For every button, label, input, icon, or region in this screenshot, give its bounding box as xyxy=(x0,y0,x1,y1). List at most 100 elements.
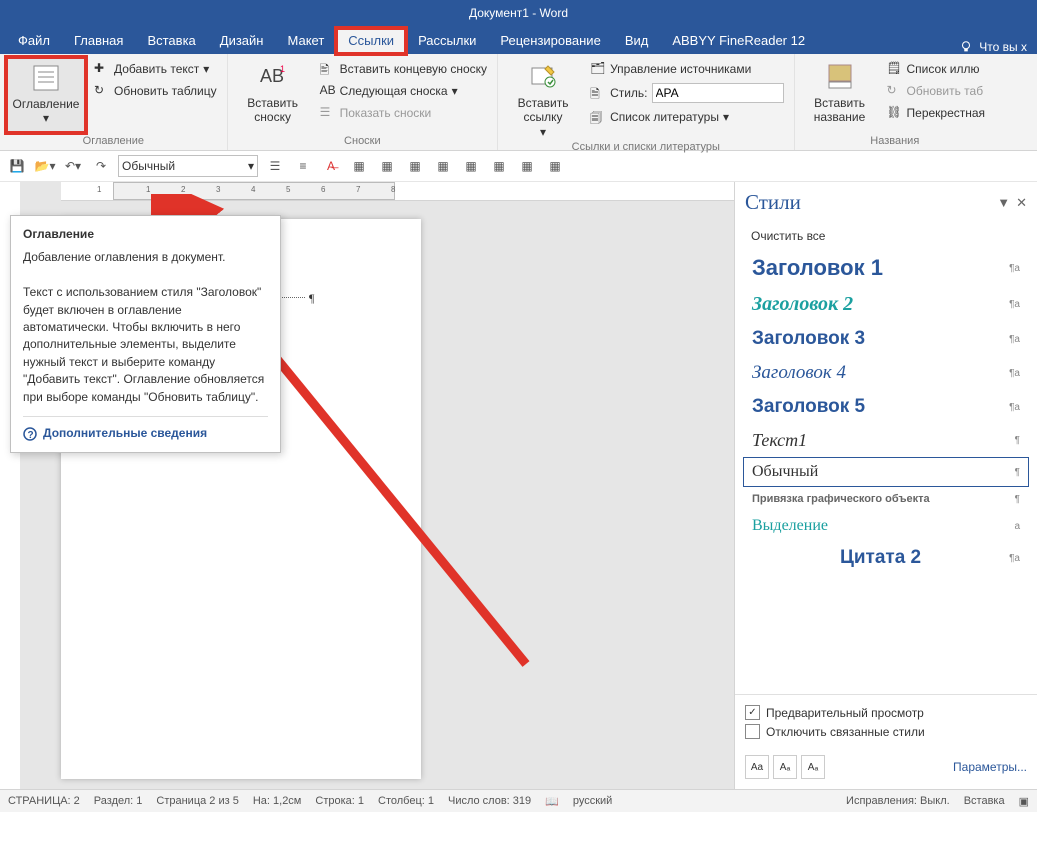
undo-button[interactable]: ↶▾ xyxy=(62,155,84,177)
save-button[interactable]: 💾 xyxy=(6,155,28,177)
style-item[interactable]: Цитата 2¶a xyxy=(743,541,1029,575)
manage-sources-button[interactable]: 🗂Управление источниками xyxy=(586,59,787,79)
insert-citation-button[interactable]: Вставить ссылку ▾ xyxy=(504,57,582,139)
qat-btn-4[interactable]: ▦ xyxy=(348,155,370,177)
tab-design[interactable]: Дизайн xyxy=(208,28,276,54)
style-options-link[interactable]: Параметры... xyxy=(953,760,1027,774)
qat-btn-11[interactable]: ▦ xyxy=(544,155,566,177)
open-button[interactable]: 📂▾ xyxy=(34,155,56,177)
status-insert[interactable]: Вставка xyxy=(964,795,1005,807)
proofing-icon[interactable]: 📖 xyxy=(545,795,559,808)
chevron-down-icon: ▾ xyxy=(43,111,49,125)
tooltip-more-link[interactable]: ? Дополнительные сведения xyxy=(23,416,268,442)
status-line[interactable]: Строка: 1 xyxy=(315,795,364,807)
style-icon: 🗎 xyxy=(590,85,606,101)
style-item[interactable]: Заголовок 1¶a xyxy=(743,249,1029,287)
status-bar: СТРАНИЦА: 2 Раздел: 1 Страница 2 из 5 На… xyxy=(0,789,1037,812)
style-item[interactable]: Выделениеa xyxy=(743,511,1029,541)
status-language[interactable]: русский xyxy=(573,795,612,807)
styles-pane-title: Стили xyxy=(745,190,801,215)
citation-style-input[interactable] xyxy=(652,83,784,103)
status-page-of[interactable]: Страница 2 из 5 xyxy=(156,795,238,807)
group-footnotes-label: Сноски xyxy=(234,133,491,150)
disable-linked-checkbox[interactable]: Отключить связанные стили xyxy=(745,722,1027,741)
toc-tooltip: Оглавление Добавление оглавления в докум… xyxy=(10,215,281,453)
preview-checkbox[interactable]: ✓Предварительный просмотр xyxy=(745,703,1027,722)
style-item[interactable]: Заголовок 4¶a xyxy=(743,356,1029,390)
tab-layout[interactable]: Макет xyxy=(275,28,336,54)
status-revisions[interactable]: Исправления: Выкл. xyxy=(846,795,950,807)
sources-icon: 🗂 xyxy=(590,61,606,77)
svg-text:1: 1 xyxy=(280,64,285,74)
status-section[interactable]: Раздел: 1 xyxy=(94,795,143,807)
qat-btn-5[interactable]: ▦ xyxy=(376,155,398,177)
tab-insert[interactable]: Вставка xyxy=(135,28,207,54)
document-title: Документ1 - Word xyxy=(469,6,568,20)
group-citations-label: Ссылки и списки литературы xyxy=(504,139,787,156)
close-icon[interactable]: ✕ xyxy=(1016,195,1027,211)
style-item[interactable]: Заголовок 3¶a xyxy=(743,322,1029,356)
pane-options-icon[interactable]: ▼ xyxy=(997,195,1010,211)
endnote-icon: 🖹 xyxy=(320,61,336,77)
status-col[interactable]: Столбец: 1 xyxy=(378,795,434,807)
tab-view[interactable]: Вид xyxy=(613,28,661,54)
qat-btn-3[interactable]: А̶ xyxy=(320,155,342,177)
tooltip-text-2: Текст с использованием стиля "Заголовок"… xyxy=(23,284,268,406)
styles-pane: Стили ▼✕ Очистить все Заголовок 1¶aЗагол… xyxy=(734,182,1037,789)
qat-btn-1[interactable]: ☰ xyxy=(264,155,286,177)
cross-reference-button[interactable]: ⛓Перекрестная xyxy=(883,103,990,123)
style-item[interactable]: Обычный¶ xyxy=(743,457,1029,487)
qat-btn-10[interactable]: ▦ xyxy=(516,155,538,177)
add-text-button[interactable]: ✚Добавить текст ▾ xyxy=(90,59,221,79)
group-toc-label: Оглавление xyxy=(6,133,221,150)
next-footnote-icon: AB xyxy=(320,83,336,99)
update-table-button[interactable]: ↻Обновить таблицу xyxy=(90,81,221,101)
style-inspector-button[interactable]: Aₐ xyxy=(773,755,797,779)
tab-mailings[interactable]: Рассылки xyxy=(406,28,488,54)
manage-styles-button[interactable]: Aₐ xyxy=(801,755,825,779)
style-item[interactable]: Заголовок 5¶a xyxy=(743,390,1029,424)
svg-text:?: ? xyxy=(28,430,34,441)
qat-btn-6[interactable]: ▦ xyxy=(404,155,426,177)
table-of-figures-button[interactable]: 🗒Список иллю xyxy=(883,59,990,79)
show-footnotes-button[interactable]: ☰Показать сноски xyxy=(316,103,491,123)
new-style-button[interactable]: Aa xyxy=(745,755,769,779)
clear-all-styles[interactable]: Очистить все xyxy=(743,223,1029,249)
tab-home[interactable]: Главная xyxy=(62,28,135,54)
tab-references[interactable]: Ссылки xyxy=(336,28,406,54)
redo-button[interactable]: ↷ xyxy=(90,155,112,177)
insert-caption-button[interactable]: Вставить название xyxy=(801,57,879,133)
status-page[interactable]: СТРАНИЦА: 2 xyxy=(8,795,80,807)
style-item[interactable]: Заголовок 2¶a xyxy=(743,287,1029,322)
tell-me-box[interactable]: Что вы х xyxy=(949,40,1037,54)
ribbon-tabs: Файл Главная Вставка Дизайн Макет Ссылки… xyxy=(0,26,1037,54)
tab-review[interactable]: Рецензирование xyxy=(488,28,612,54)
bibliography-button[interactable]: 🗐Список литературы ▾ xyxy=(586,107,787,127)
status-words[interactable]: Число слов: 319 xyxy=(448,795,531,807)
toc-icon xyxy=(30,62,62,94)
caption-icon xyxy=(824,61,856,93)
status-at[interactable]: На: 1,2см xyxy=(253,795,302,807)
style-item[interactable]: Привязка графического объекта¶ xyxy=(743,487,1029,511)
macro-record-icon[interactable]: ▣ xyxy=(1019,795,1029,808)
qat-btn-9[interactable]: ▦ xyxy=(488,155,510,177)
tooltip-text-1: Добавление оглавления в документ. xyxy=(23,249,268,266)
quick-style-select[interactable]: Обычный▾ xyxy=(118,155,258,177)
tab-file[interactable]: Файл xyxy=(6,28,62,54)
add-text-icon: ✚ xyxy=(94,61,110,77)
qat-btn-8[interactable]: ▦ xyxy=(460,155,482,177)
refresh-icon: ↻ xyxy=(887,83,903,99)
chevron-down-icon: ▾ xyxy=(248,159,254,173)
insert-footnote-button[interactable]: AB1 Вставить сноску xyxy=(234,57,312,133)
next-footnote-button[interactable]: ABСледующая сноска ▾ xyxy=(316,81,491,101)
style-item[interactable]: Текст1¶ xyxy=(743,424,1029,457)
qat-btn-2[interactable]: ≡ xyxy=(292,155,314,177)
tab-abbyy[interactable]: ABBYY FineReader 12 xyxy=(660,28,817,54)
qat-btn-7[interactable]: ▦ xyxy=(432,155,454,177)
refresh-icon: ↻ xyxy=(94,83,110,99)
quick-access-toolbar: 💾 📂▾ ↶▾ ↷ Обычный▾ ☰ ≡ А̶ ▦ ▦ ▦ ▦ ▦ ▦ ▦ … xyxy=(0,151,1037,182)
update-table-figures-button[interactable]: ↻Обновить таб xyxy=(883,81,990,101)
citation-style-select[interactable]: 🗎Стиль: xyxy=(586,81,787,105)
insert-endnote-button[interactable]: 🖹Вставить концевую сноску xyxy=(316,59,491,79)
toc-button[interactable]: Оглавление ▾ xyxy=(6,57,86,133)
